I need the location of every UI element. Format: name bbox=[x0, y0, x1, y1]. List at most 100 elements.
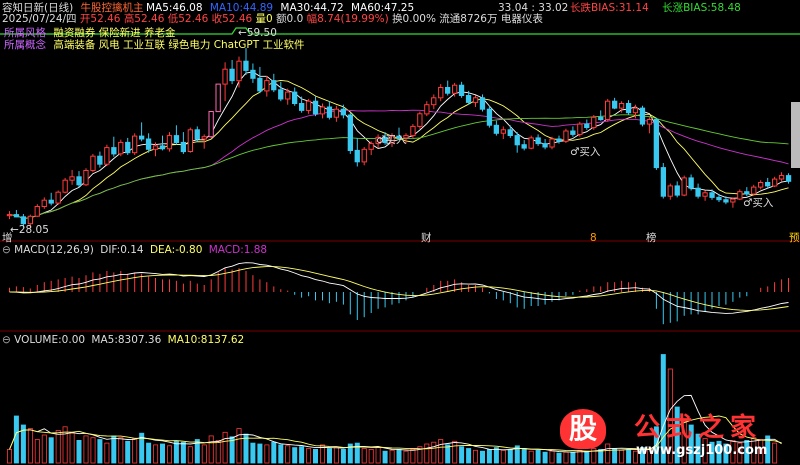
quote-open: 开52.46 bbox=[79, 13, 121, 25]
volume-bar bbox=[55, 430, 61, 464]
volume-bar bbox=[452, 440, 458, 464]
quote-amount: 额0.0 bbox=[276, 13, 304, 25]
candle-body bbox=[104, 147, 110, 165]
volume-bar bbox=[299, 446, 305, 464]
candle-body bbox=[417, 113, 423, 127]
candle-body bbox=[493, 124, 500, 134]
volume-bar bbox=[132, 438, 138, 464]
low-price-value: 28.05 bbox=[18, 224, 49, 236]
event-marker-5: 预 bbox=[789, 232, 800, 244]
candle-body bbox=[612, 100, 618, 109]
short-bias-value: 31.14 bbox=[618, 2, 649, 14]
volume-bar bbox=[111, 435, 117, 464]
volume-bar bbox=[201, 444, 207, 464]
volume-bar bbox=[159, 443, 165, 464]
volume-bar bbox=[340, 448, 346, 464]
volume-bar bbox=[208, 435, 214, 464]
volume-bar bbox=[264, 444, 270, 464]
macd-collapse-icon[interactable]: ⊖ bbox=[2, 244, 11, 256]
candle-body bbox=[208, 111, 214, 138]
candle-body bbox=[674, 185, 680, 196]
volume-bar bbox=[528, 450, 534, 464]
stock-chart[interactable] bbox=[0, 0, 800, 465]
volume-bar bbox=[118, 437, 124, 464]
candle-body bbox=[20, 216, 27, 225]
volume-collapse-icon[interactable]: ⊖ bbox=[2, 334, 11, 346]
volume-bar bbox=[535, 449, 541, 464]
candle-body bbox=[744, 191, 750, 195]
long-bias-label: 长涨BIAS: bbox=[662, 2, 711, 14]
candle-body bbox=[55, 191, 61, 204]
style-row: 所属风格 融资融券 保险新进 养老金 bbox=[4, 27, 176, 39]
candle-body bbox=[236, 60, 242, 82]
candle-body bbox=[772, 178, 778, 187]
concept-row: 所属概念 高端装备 风电 工业互联 绿色电力 ChatGPT 工业软件 bbox=[4, 39, 304, 51]
volume-bar bbox=[48, 437, 54, 464]
candle-body bbox=[13, 214, 20, 218]
candle-body bbox=[125, 141, 131, 154]
volume-bar bbox=[466, 448, 472, 464]
candle-body bbox=[751, 186, 757, 195]
event-marker-2: 财 bbox=[421, 232, 432, 244]
volume-bar bbox=[153, 444, 159, 464]
volume-bar bbox=[292, 447, 298, 464]
candle-body bbox=[271, 80, 277, 91]
dea-label: DEA: bbox=[149, 244, 176, 256]
volume-bar bbox=[41, 434, 47, 464]
candle-body bbox=[194, 129, 200, 140]
candle-body bbox=[326, 106, 333, 118]
quote-close: 收52.46 bbox=[211, 13, 253, 25]
candle-body bbox=[758, 182, 764, 188]
volume-ma10-label: MA10: bbox=[167, 334, 201, 346]
volume-bar bbox=[104, 442, 110, 464]
candle-body bbox=[222, 68, 228, 85]
event-marker-1: 增 bbox=[2, 232, 13, 244]
macd-legend: ⊖ MACD(12,26,9) DIF:0.14 DEA:-0.80 MACD:… bbox=[2, 244, 267, 256]
candle-body bbox=[765, 182, 771, 187]
volume-bar bbox=[27, 428, 33, 464]
candle-body bbox=[424, 104, 430, 115]
quote-circulation: 流通8726万 bbox=[439, 13, 498, 25]
candle-body bbox=[145, 138, 152, 150]
high-price-marker: ←59.50 bbox=[238, 27, 277, 39]
candle-body bbox=[69, 176, 75, 181]
low-price-marker: ←28.05 bbox=[10, 224, 49, 236]
volume-bar bbox=[69, 432, 75, 464]
quote-volume: 量0 bbox=[255, 13, 273, 25]
candle-body bbox=[535, 137, 541, 145]
volume-title: VOLUME: bbox=[14, 334, 62, 346]
candle-body bbox=[250, 69, 256, 79]
candle-body bbox=[292, 91, 298, 104]
dea-value: -0.80 bbox=[175, 244, 203, 256]
macd-panel-series bbox=[9, 262, 789, 325]
volume-bar bbox=[431, 441, 437, 464]
watermark-logo: 股 bbox=[560, 409, 606, 449]
volume-bar bbox=[306, 448, 312, 464]
volume-ma5-value: 8307.36 bbox=[117, 334, 162, 346]
candle-body bbox=[215, 83, 221, 113]
watermark-url: www.gszj100.com bbox=[636, 443, 768, 458]
candle-body bbox=[97, 155, 103, 165]
candle-body bbox=[438, 87, 444, 99]
candle-body bbox=[299, 103, 305, 111]
candle-body bbox=[549, 138, 555, 148]
candle-body bbox=[132, 135, 138, 154]
volume-bar bbox=[125, 440, 131, 464]
candle-body bbox=[723, 199, 729, 203]
candle-body bbox=[653, 119, 660, 169]
candle-body bbox=[173, 135, 180, 144]
short-bias-label: 长跌BIAS: bbox=[570, 2, 619, 14]
volume-bar bbox=[222, 431, 228, 464]
quote-change: 幅8.74(19.99%) bbox=[306, 13, 389, 25]
volume-bar bbox=[382, 450, 388, 464]
quote-row: 2025/07/24/四 开52.46 高52.46 低52.46 收52.46… bbox=[2, 13, 543, 25]
volume-bar bbox=[7, 448, 12, 464]
right-gauge-bar bbox=[791, 102, 800, 168]
volume-bar bbox=[257, 443, 263, 464]
candle-body bbox=[646, 119, 653, 125]
candle-body bbox=[709, 192, 715, 198]
volume-bar bbox=[285, 445, 291, 464]
volume-bar bbox=[236, 428, 242, 464]
volume-bar bbox=[549, 450, 555, 464]
watermark: 股 公式之家 www.gszj100.com bbox=[556, 407, 800, 465]
